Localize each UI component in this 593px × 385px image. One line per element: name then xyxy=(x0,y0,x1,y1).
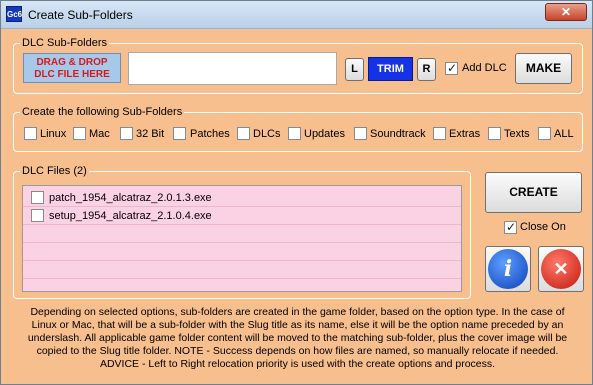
description-text: Depending on selected options, sub-folde… xyxy=(11,306,584,371)
file-name: patch_1954_alcatraz_2.0.1.3.exe xyxy=(49,192,212,204)
list-item[interactable]: setup_1954_alcatraz_2.1.0.4.exe xyxy=(23,207,461,225)
drag-drop-line1: DRAG & DROP xyxy=(36,57,108,68)
dlc-files-legend: DLC Files (2) xyxy=(20,165,89,177)
description-line: Depending on selected options, sub-folde… xyxy=(30,306,565,318)
add-dlc-checkbox[interactable] xyxy=(445,61,458,75)
dlc-subfolders-legend: DLC Sub-Folders xyxy=(20,37,109,49)
description-line: Linux or Mac, that will be a sub-folder … xyxy=(31,319,564,331)
option-patches-label: Patches xyxy=(190,128,230,140)
empty-row xyxy=(23,225,461,243)
drag-drop-line2: DLC FILE HERE xyxy=(34,69,110,80)
option-updates-checkbox[interactable] xyxy=(288,127,301,140)
option-texts-checkbox[interactable] xyxy=(488,127,501,140)
option-updates-label: Updates xyxy=(304,128,345,140)
option-linux-checkbox[interactable] xyxy=(24,127,37,140)
option-texts-label: Texts xyxy=(504,128,530,140)
window-close-button[interactable]: ✕ xyxy=(545,3,587,21)
r-button[interactable]: R xyxy=(417,58,436,81)
create-subfolders-window: Gc6 Create Sub-Folders ✕ DLC Sub-Folders… xyxy=(0,0,593,385)
title-bar[interactable]: Gc6 Create Sub-Folders ✕ xyxy=(1,1,592,29)
description-line: copied to the Slug title folder. NOTE - … xyxy=(36,345,559,357)
option-patches-checkbox[interactable] xyxy=(173,127,186,140)
file-checkbox[interactable] xyxy=(31,191,44,204)
option-soundtrack-checkbox[interactable] xyxy=(354,127,367,140)
option-32bit-checkbox[interactable] xyxy=(120,127,133,140)
make-button[interactable]: MAKE xyxy=(515,53,572,84)
close-on-label: Close On xyxy=(520,221,566,233)
info-icon: i xyxy=(488,249,528,289)
trim-button[interactable]: TRIM xyxy=(368,57,413,81)
cancel-button[interactable]: ✕ xyxy=(538,246,584,292)
drag-drop-zone[interactable]: DRAG & DROP DLC FILE HERE xyxy=(23,53,121,83)
option-all-checkbox[interactable] xyxy=(538,127,551,140)
dlc-files-list[interactable]: patch_1954_alcatraz_2.0.1.3.exe setup_19… xyxy=(22,185,462,292)
app-icon: Gc6 xyxy=(6,6,22,22)
close-on-checkbox[interactable] xyxy=(504,220,517,234)
create-button[interactable]: CREATE xyxy=(485,172,582,213)
option-extras-checkbox[interactable] xyxy=(433,127,446,140)
description-line: ADVICE - Left to Right relocation priori… xyxy=(99,358,496,370)
option-32bit-label: 32 Bit xyxy=(136,128,165,140)
list-item[interactable]: patch_1954_alcatraz_2.0.1.3.exe xyxy=(23,189,461,207)
option-linux-label: Linux xyxy=(40,128,67,140)
empty-row xyxy=(23,261,461,279)
option-dlcs-checkbox[interactable] xyxy=(237,127,250,140)
info-button[interactable]: i xyxy=(485,246,531,292)
description-line: underslash. All applicable game folder c… xyxy=(27,332,568,344)
option-mac-label: Mac xyxy=(89,128,110,140)
empty-row xyxy=(23,243,461,261)
file-checkbox[interactable] xyxy=(31,209,44,222)
option-mac-checkbox[interactable] xyxy=(73,127,86,140)
option-all-label: ALL xyxy=(554,128,574,140)
window-title: Create Sub-Folders xyxy=(28,8,133,22)
add-dlc-label: Add DLC xyxy=(462,62,507,74)
l-button[interactable]: L xyxy=(345,58,364,81)
file-name: setup_1954_alcatraz_2.1.0.4.exe xyxy=(49,210,212,222)
cancel-icon: ✕ xyxy=(541,249,581,289)
create-following-legend: Create the following Sub-Folders xyxy=(20,106,185,118)
option-extras-label: Extras xyxy=(449,128,481,140)
dlc-name-input[interactable] xyxy=(128,52,337,85)
option-dlcs-label: DLCs xyxy=(253,128,281,140)
option-soundtrack-label: Soundtrack xyxy=(370,128,426,140)
